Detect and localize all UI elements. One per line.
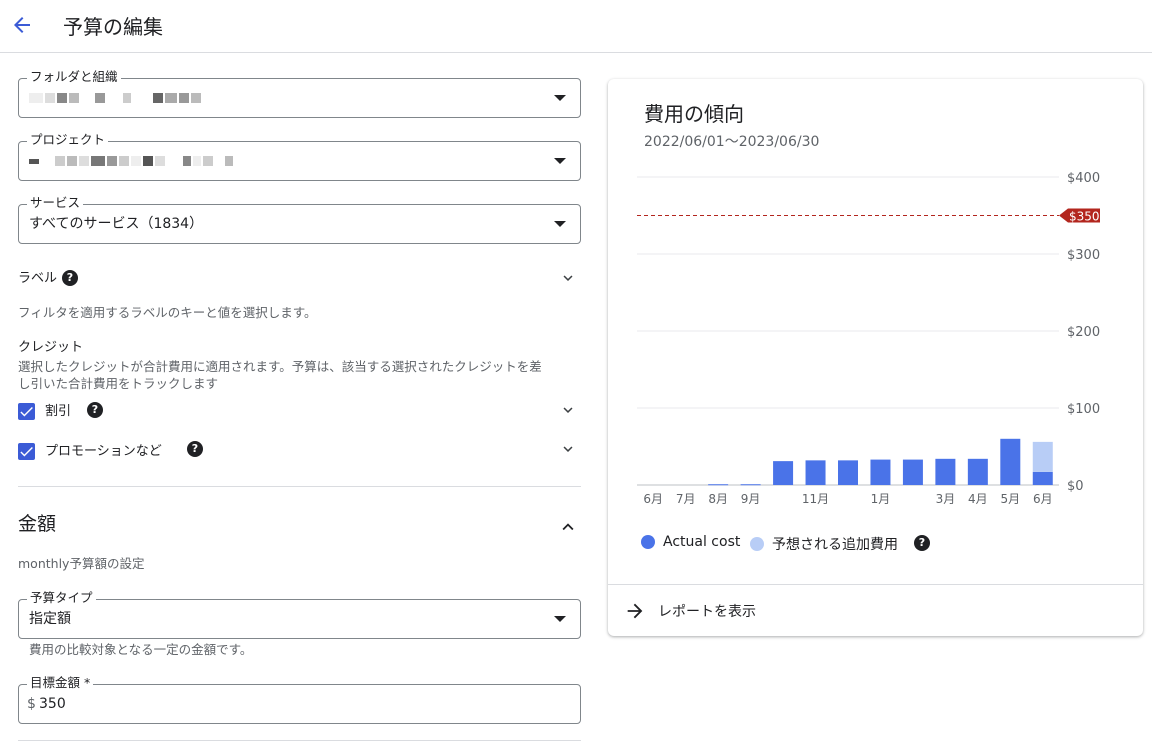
project-dropdown-icon[interactable] — [554, 158, 566, 164]
labels-help-icon[interactable]: ? — [62, 270, 78, 286]
legend-forecast-swatch — [750, 537, 764, 551]
legend-actual: Actual cost — [641, 534, 740, 550]
view-report-label: レポートを表示 — [658, 604, 756, 620]
y-tick-label: $300 — [1067, 248, 1100, 263]
legend-actual-swatch — [641, 535, 655, 549]
labels-title: ラベル — [18, 271, 58, 286]
legend-forecast: 予想される追加費用 — [750, 534, 898, 554]
legend-help-icon[interactable]: ? — [914, 535, 930, 551]
view-report-link[interactable]: レポートを表示 — [624, 599, 756, 623]
x-tick-label: 7月 — [676, 492, 696, 506]
promotion-label: プロモーションなど — [45, 444, 162, 459]
x-tick-label: 9月 — [741, 492, 761, 506]
project-label: プロジェクト — [27, 132, 109, 148]
amount-section-title: 金額 — [18, 513, 57, 535]
budget-type-dropdown-icon[interactable] — [554, 616, 566, 622]
x-tick-label: 6月 — [643, 492, 663, 506]
x-tick-label: 6月 — [1033, 492, 1053, 506]
amount-description: monthly予算額の設定 — [18, 556, 145, 571]
bar-actual — [902, 459, 923, 485]
bar-actual — [1000, 438, 1021, 485]
bar-forecast — [1032, 441, 1053, 472]
arrow-forward-icon — [627, 603, 643, 619]
folder-org-dropdown-icon[interactable] — [554, 95, 566, 101]
promotion-checkbox[interactable] — [18, 443, 35, 460]
back-arrow-icon[interactable] — [10, 13, 34, 37]
target-amount-label: 目標金額 * — [27, 675, 94, 691]
project-select[interactable]: プロジェクト — [18, 132, 581, 181]
bar-actual — [935, 458, 956, 485]
y-tick-label: $400 — [1067, 171, 1100, 186]
service-dropdown-icon[interactable] — [554, 221, 566, 227]
target-amount-input[interactable]: 350 — [39, 695, 66, 713]
service-select[interactable]: サービス すべてのサービス（1834） — [18, 195, 581, 244]
discount-expand-chevron-icon[interactable] — [559, 401, 577, 419]
budget-type-label: 予算タイプ — [27, 590, 96, 606]
discount-help-icon[interactable]: ? — [87, 402, 103, 418]
credits-description-line2: し引いた合計費用をトラックします — [18, 376, 219, 391]
x-tick-label: 4月 — [968, 492, 988, 506]
y-tick-label: $0 — [1067, 479, 1084, 494]
bar-actual — [805, 460, 826, 485]
x-tick-label: 8月 — [708, 492, 728, 506]
bar-actual — [870, 459, 891, 485]
budget-type-value: 指定額 — [29, 611, 71, 627]
x-tick-label: 3月 — [936, 492, 956, 506]
x-tick-label: 5月 — [1000, 492, 1020, 506]
bar-actual — [773, 461, 794, 485]
section-divider-bottom — [18, 740, 581, 741]
labels-expand-chevron-icon[interactable] — [559, 269, 577, 287]
bar-actual — [967, 458, 988, 485]
y-tick-label: $100 — [1067, 402, 1100, 417]
check-icon — [20, 446, 33, 457]
service-label: サービス — [27, 195, 84, 211]
discount-checkbox[interactable] — [18, 403, 35, 420]
bar-actual — [838, 460, 858, 485]
top-bar: 予算の編集 — [0, 0, 1152, 53]
legend-actual-label: Actual cost — [663, 534, 741, 550]
x-tick-label: 11月 — [802, 492, 829, 506]
bar-actual — [708, 484, 729, 486]
cost-trend-title: 費用の傾向 — [644, 102, 744, 126]
folder-org-select[interactable]: フォルダと組織 — [18, 69, 581, 118]
amount-collapse-chevron-icon[interactable] — [557, 516, 579, 538]
page-title: 予算の編集 — [63, 15, 163, 39]
cost-trend-date-range: 2022/06/01～2023/06/30 — [644, 134, 820, 150]
budget-label: $350 — [1069, 210, 1100, 224]
x-tick-label: 1月 — [871, 492, 891, 506]
target-amount-field[interactable]: 目標金額 * $ 350 — [18, 675, 581, 724]
promotion-help-icon[interactable]: ? — [187, 441, 203, 457]
folder-org-label: フォルダと組織 — [27, 69, 121, 85]
credits-description-line1: 選択したクレジットが合計費用に適用されます。予算は、該当する選択されたクレジット… — [18, 359, 542, 374]
budget-type-select[interactable]: 予算タイプ 指定額 — [18, 590, 581, 639]
project-value-redacted — [29, 152, 235, 170]
legend-forecast-label: 予想される追加費用 — [772, 537, 898, 553]
service-value: すべてのサービス（1834） — [29, 216, 204, 232]
currency-prefix: $ — [27, 696, 36, 712]
cost-trend-chart: $0 $100 $200 $300 $400 6月 7月 8月 9月 11月 1月 3月 4月 5月 6月 $… — [637, 171, 1100, 506]
discount-label: 割引 — [45, 404, 72, 419]
folder-org-value-redacted — [29, 89, 203, 107]
y-tick-label: $200 — [1067, 325, 1100, 340]
bar-actual — [740, 484, 761, 486]
section-divider — [18, 486, 581, 487]
labels-description: フィルタを適用するラベルのキーと値を選択します。 — [18, 305, 317, 320]
cost-trend-card: 費用の傾向 2022/06/01～2023/06/30 $0 $100 $200 $3… — [608, 79, 1143, 636]
check-icon — [20, 406, 33, 417]
credits-title: クレジット — [18, 340, 84, 355]
budget-type-hint: 費用の比較対象となる一定の金額です。 — [29, 642, 253, 657]
card-footer-divider — [608, 584, 1143, 585]
bar-actual — [1032, 471, 1053, 485]
promotion-expand-chevron-icon[interactable] — [559, 440, 577, 458]
